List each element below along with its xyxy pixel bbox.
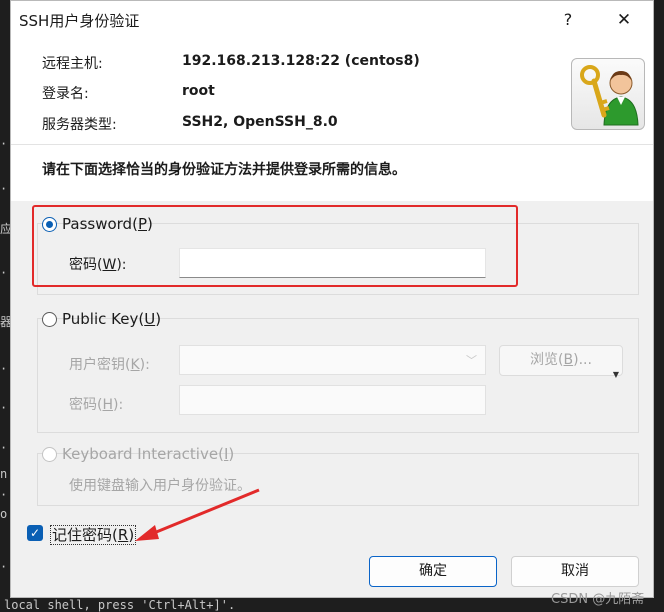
server-value: SSH2, OpenSSH_8.0 (182, 114, 338, 130)
password-radio-label: Password(P) (62, 215, 153, 233)
instruction-text: 请在下面选择恰当的身份验证方法并提供登录所需的信息。 (42, 162, 406, 178)
password-field-label: 密码(W): (69, 257, 127, 273)
host-label: 远程主机: (42, 56, 103, 72)
window-title: SSH用户身份验证 (19, 12, 140, 30)
login-label: 登录名: (42, 86, 89, 102)
terminal-edge: · · 应 · 器 · · · n · o · (0, 0, 12, 598)
user-key-select[interactable]: ﹀ (179, 345, 486, 375)
terminal-char: · (0, 441, 8, 455)
remember-password-checkbox[interactable]: ✓ (27, 525, 43, 541)
terminal-char: · (0, 182, 8, 196)
terminal-char: · (0, 401, 8, 415)
watermark: CSDN @九陌斋 (551, 592, 645, 607)
user-key-icon (571, 58, 645, 130)
title-bar: SSH用户身份验证 ? ✕ (11, 1, 653, 39)
ssh-auth-dialog: SSH用户身份验证 ? ✕ 远程主机: 192.168.213.128:22 (… (10, 0, 654, 607)
terminal-char: n (0, 467, 8, 481)
ok-button[interactable]: 确定 (369, 556, 497, 587)
passphrase-input[interactable] (179, 385, 486, 415)
pubkey-radio[interactable] (42, 312, 57, 327)
password-input[interactable] (179, 248, 486, 278)
chevron-down-icon: ﹀ (466, 354, 477, 367)
cancel-button[interactable]: 取消 (511, 556, 639, 587)
terminal-char: o (0, 507, 8, 521)
keyboard-radio-label: Keyboard Interactive(I) (62, 445, 235, 463)
password-radio[interactable] (42, 217, 57, 232)
help-button[interactable]: ? (545, 5, 591, 35)
terminal-char: · (0, 362, 8, 376)
user-key-label: 用户密钥(K): (69, 357, 150, 373)
remember-password-label: 记住密码(R) (50, 525, 137, 545)
close-button[interactable]: ✕ (601, 5, 647, 35)
terminal-char: · (0, 560, 8, 574)
terminal-char: · (0, 266, 8, 280)
terminal-char: · (0, 137, 8, 151)
terminal-char: · (0, 488, 8, 502)
caret-down-icon: ▼ (612, 370, 619, 379)
passphrase-label: 密码(H): (69, 397, 124, 413)
annotation-arrow (135, 488, 260, 541)
browse-button[interactable]: 浏览(B)... ▼ (499, 345, 623, 379)
keyboard-radio[interactable] (42, 447, 57, 462)
login-value: root (182, 83, 215, 99)
host-value: 192.168.213.128:22 (centos8) (182, 53, 420, 69)
server-label: 服务器类型: (42, 117, 117, 133)
pubkey-radio-label: Public Key(U) (62, 310, 162, 328)
